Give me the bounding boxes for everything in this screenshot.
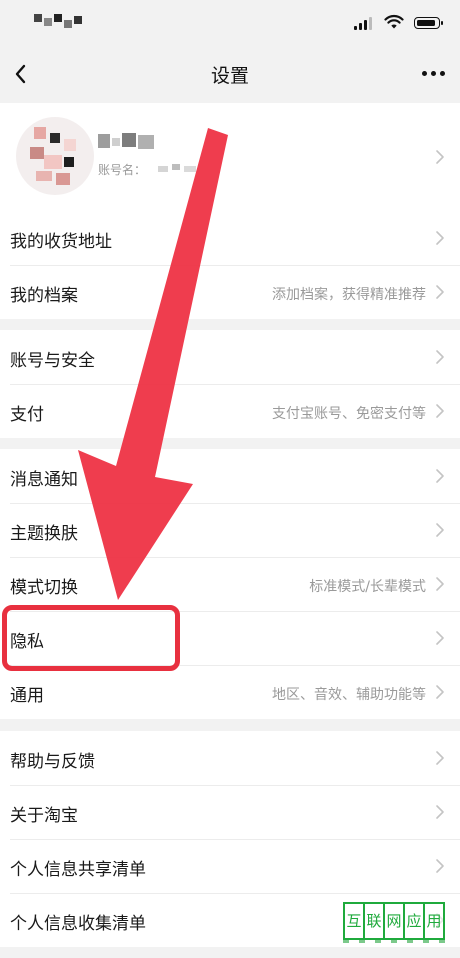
chevron-right-icon <box>436 631 444 645</box>
chevron-right-icon <box>436 404 444 418</box>
settings-row-theme[interactable]: 主题换肤 <box>0 503 460 557</box>
row-value: 添加档案，获得精准推荐 <box>272 287 426 303</box>
settings-row-help-feedback[interactable]: 帮助与反馈 <box>0 731 460 785</box>
wifi-icon <box>384 14 404 29</box>
battery-icon <box>414 17 443 29</box>
row-label: 模式切换 <box>10 578 78 598</box>
chevron-right-icon <box>436 805 444 819</box>
chevron-right-icon <box>436 859 444 873</box>
settings-group-account-info: 我的收货地址 我的档案 添加档案，获得精准推荐 <box>0 211 460 319</box>
user-name-blur <box>98 133 158 149</box>
settings-row-account-security[interactable]: 账号与安全 <box>0 330 460 384</box>
settings-row-profile[interactable]: 我的档案 添加档案，获得精准推荐 <box>0 265 460 319</box>
settings-row-info-sharing-list[interactable]: 个人信息共享清单 <box>0 839 460 893</box>
row-label: 账号与安全 <box>10 351 95 371</box>
chevron-right-icon <box>436 350 444 364</box>
chevron-right-icon <box>436 285 444 299</box>
settings-row-general[interactable]: 通用 地区、音效、辅助功能等 <box>0 665 460 719</box>
row-value: 标准模式/长辈模式 <box>309 579 426 595</box>
settings-group-security: 账号与安全 支付 支付宝账号、免密支付等 <box>0 330 460 438</box>
chevron-right-icon <box>436 751 444 765</box>
more-menu-button[interactable] <box>418 58 450 88</box>
chevron-right-icon <box>436 469 444 483</box>
row-label: 我的档案 <box>10 286 78 306</box>
chevron-right-icon <box>436 150 444 164</box>
watermark-char: 用 <box>423 902 445 940</box>
chevron-right-icon <box>436 685 444 699</box>
watermark-char: 互 <box>343 902 365 940</box>
row-value: 支付宝账号、免密支付等 <box>272 406 426 422</box>
nav-bar: 设置 <box>0 44 460 102</box>
settings-group-preferences: 消息通知 主题换肤 模式切换 标准模式/长辈模式 隐私 通用 地区、音效、辅助功… <box>0 449 460 719</box>
row-label: 支付 <box>10 405 44 425</box>
settings-row-mode-switch[interactable]: 模式切换 标准模式/长辈模式 <box>0 557 460 611</box>
row-value: 地区、音效、辅助功能等 <box>272 687 426 703</box>
row-label: 帮助与反馈 <box>10 752 95 772</box>
avatar <box>16 117 94 195</box>
settings-row-address[interactable]: 我的收货地址 <box>0 211 460 265</box>
watermark-char: 网 <box>383 902 405 940</box>
privacy-highlight-box <box>2 605 180 671</box>
account-name-blur <box>158 164 208 174</box>
row-label: 消息通知 <box>10 470 78 490</box>
account-name-label: 账号名： <box>98 163 147 177</box>
row-label: 我的收货地址 <box>10 232 112 252</box>
watermark-char: 联 <box>363 902 385 940</box>
chevron-right-icon <box>436 231 444 245</box>
carrier-blur-icon <box>34 14 84 30</box>
watermark-char: 应 <box>403 902 425 940</box>
row-label: 个人信息收集清单 <box>10 914 146 934</box>
settings-row-notifications[interactable]: 消息通知 <box>0 449 460 503</box>
watermark-logo: 互 联 网 应 用 <box>343 902 445 946</box>
chevron-right-icon <box>436 523 444 537</box>
chevron-right-icon <box>436 577 444 591</box>
row-label: 个人信息共享清单 <box>10 860 146 880</box>
settings-row-payment[interactable]: 支付 支付宝账号、免密支付等 <box>0 384 460 438</box>
row-label: 通用 <box>10 686 44 706</box>
signal-icon <box>354 17 374 30</box>
row-label: 关于淘宝 <box>10 806 78 826</box>
settings-row-about[interactable]: 关于淘宝 <box>0 785 460 839</box>
page-title: 设置 <box>210 65 249 87</box>
profile-card[interactable]: 账号名： <box>0 103 460 211</box>
status-bar <box>0 0 460 44</box>
row-label: 主题换肤 <box>10 524 78 544</box>
